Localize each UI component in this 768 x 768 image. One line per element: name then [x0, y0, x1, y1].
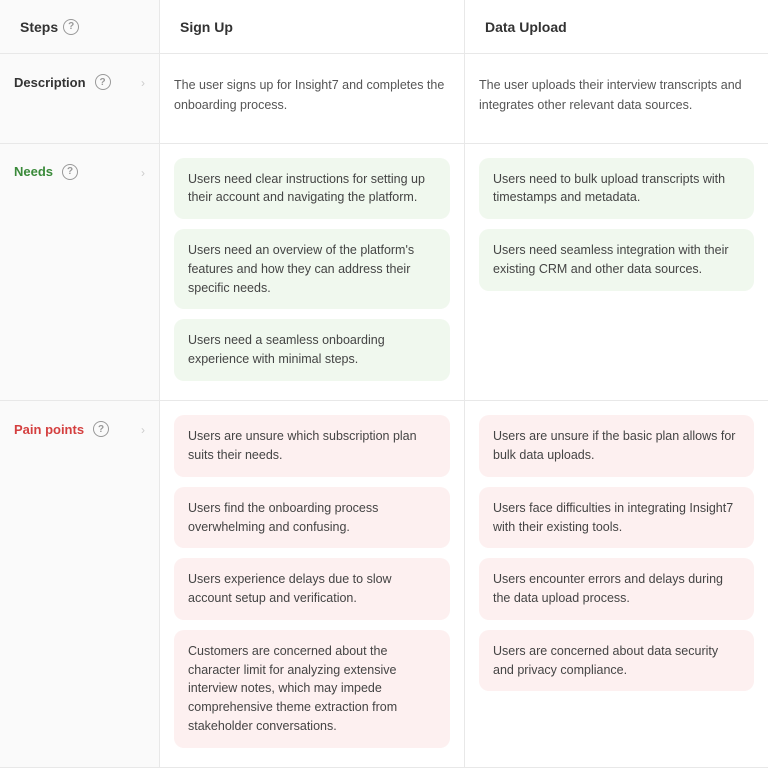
pain-points-signup-card-1: Users are unsure which subscription plan… [174, 415, 450, 477]
needs-arrow-icon: › [141, 166, 145, 180]
pain-points-data-upload-card-1: Users are unsure if the basic plan allow… [479, 415, 754, 477]
description-label: Description ? [14, 74, 111, 90]
needs-label: Needs ? [14, 164, 78, 180]
pain-points-data-upload-cell: Users are unsure if the basic plan allow… [464, 401, 768, 768]
pain-points-signup-card-2: Users find the onboarding process overwh… [174, 487, 450, 549]
description-data-upload-cell: The user uploads their interview transcr… [464, 54, 768, 143]
needs-signup-card-1: Users need clear instructions for settin… [174, 158, 450, 220]
needs-data-upload-cell: Users need to bulk upload transcripts wi… [464, 144, 768, 402]
pain-points-label-cell: Pain points ? › [0, 401, 160, 768]
needs-label-cell: Needs ? › [0, 144, 160, 402]
steps-label: Steps [20, 19, 58, 35]
description-arrow-icon: › [141, 76, 145, 90]
signup-header: Sign Up [160, 0, 464, 54]
pain-points-signup-cell: Users are unsure which subscription plan… [160, 401, 464, 768]
description-signup-text: The user signs up for Insight7 and compl… [174, 68, 450, 123]
pain-points-arrow-icon: › [141, 423, 145, 437]
needs-signup-card-2: Users need an overview of the platform's… [174, 229, 450, 309]
description-help-icon[interactable]: ? [95, 74, 111, 90]
needs-data-upload-card-2: Users need seamless integration with the… [479, 229, 754, 291]
pain-points-data-upload-card-4: Users are concerned about data security … [479, 630, 754, 692]
pain-points-data-upload-card-3: Users encounter errors and delays during… [479, 558, 754, 620]
description-data-upload-text: The user uploads their interview transcr… [479, 68, 754, 123]
steps-help-icon[interactable]: ? [63, 19, 79, 35]
steps-header: Steps ? [0, 0, 160, 54]
description-signup-cell: The user signs up for Insight7 and compl… [160, 54, 464, 143]
pain-points-help-icon[interactable]: ? [93, 421, 109, 437]
pain-points-data-upload-card-2: Users face difficulties in integrating I… [479, 487, 754, 549]
journey-map-table: Steps ? Sign Up Data Upload Description … [0, 0, 768, 768]
signup-label: Sign Up [180, 19, 233, 35]
data-upload-label: Data Upload [485, 19, 567, 35]
data-upload-header: Data Upload [464, 0, 768, 54]
needs-help-icon[interactable]: ? [62, 164, 78, 180]
pain-points-signup-card-3: Users experience delays due to slow acco… [174, 558, 450, 620]
needs-data-upload-card-1: Users need to bulk upload transcripts wi… [479, 158, 754, 220]
needs-signup-cell: Users need clear instructions for settin… [160, 144, 464, 402]
needs-signup-card-3: Users need a seamless onboarding experie… [174, 319, 450, 381]
description-label-cell: Description ? › [0, 54, 160, 143]
pain-points-label: Pain points ? [14, 421, 109, 437]
pain-points-signup-card-4: Customers are concerned about the charac… [174, 630, 450, 748]
